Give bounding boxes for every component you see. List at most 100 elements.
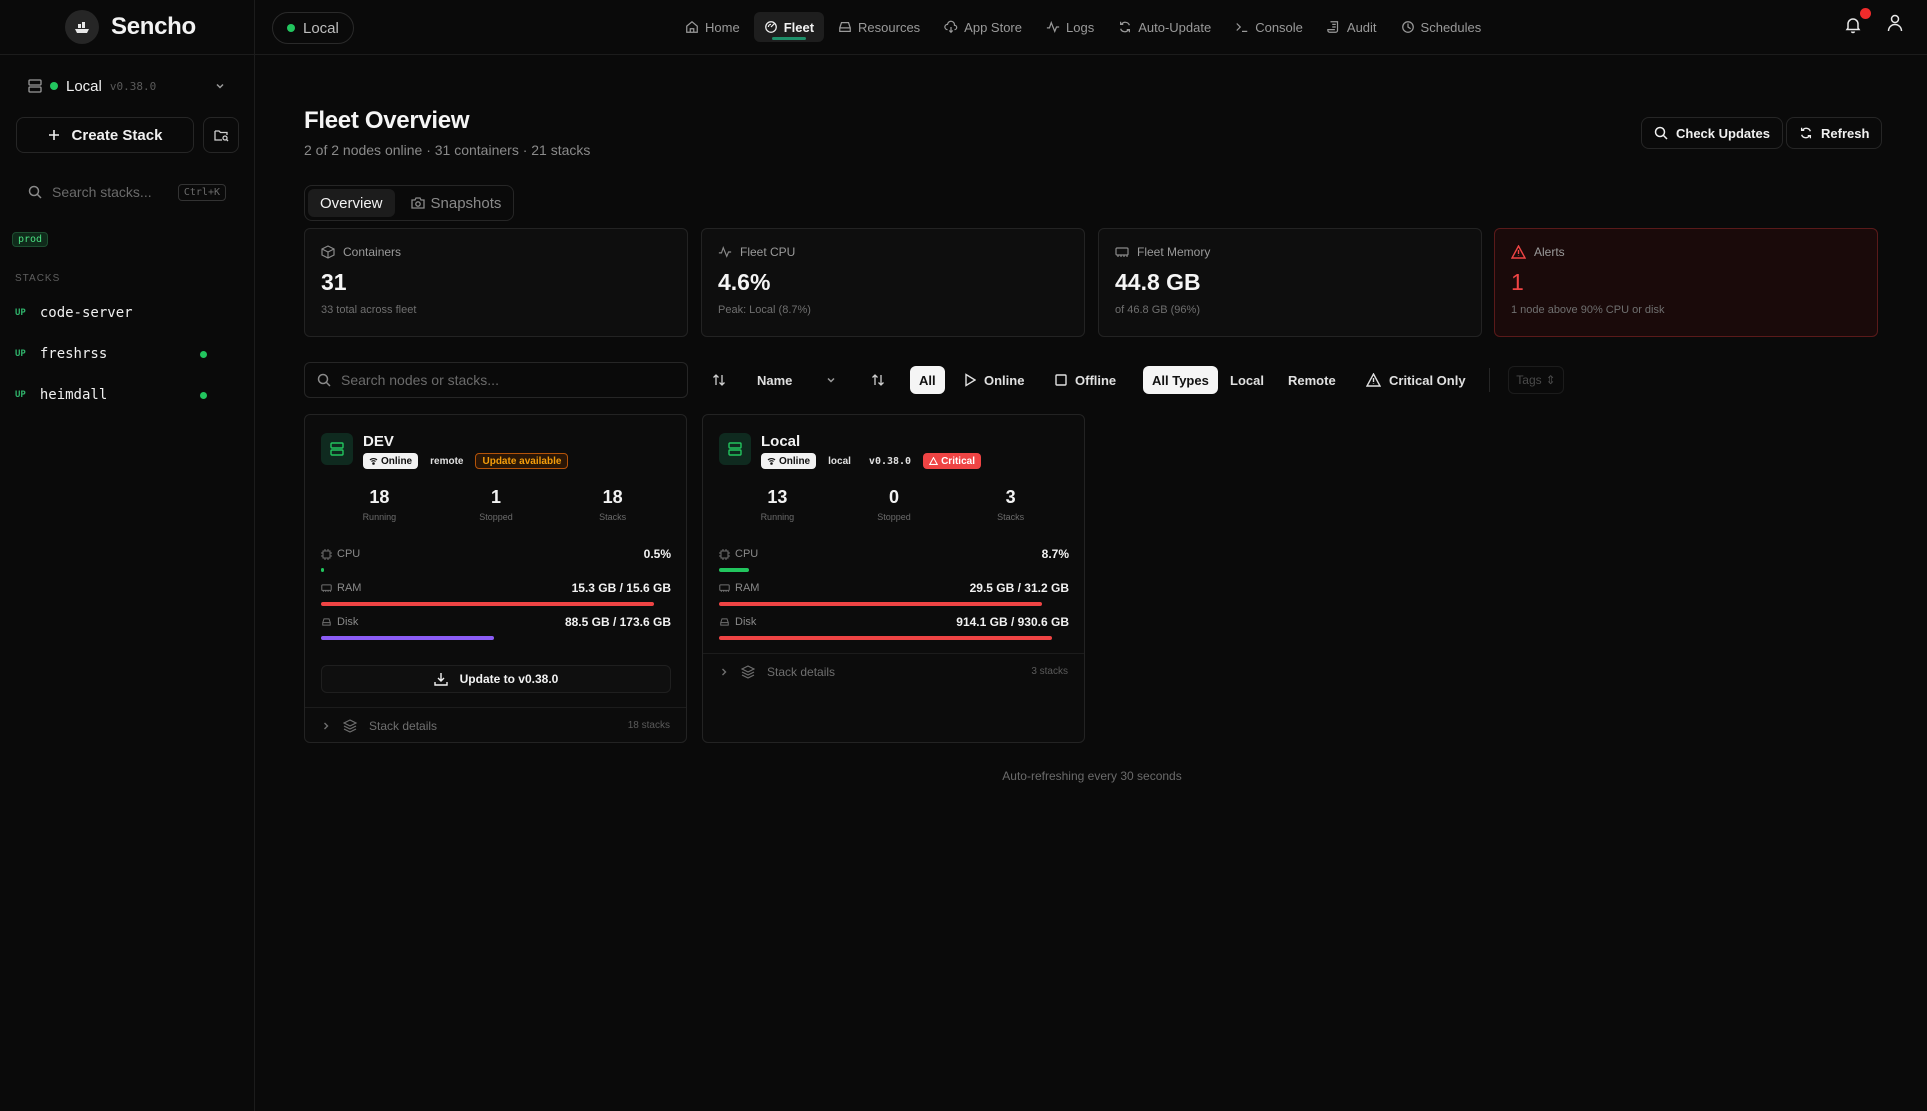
folder-search-icon — [213, 130, 228, 142]
check-updates-label: Check Updates — [1676, 125, 1770, 141]
server-icon — [321, 433, 353, 465]
create-stack-button[interactable]: Create Stack — [16, 117, 194, 153]
filter-all-types[interactable]: All Types — [1143, 366, 1218, 394]
nav-logs[interactable]: Logs — [1036, 12, 1104, 42]
tags-filter-select[interactable]: Tags ⇕ — [1508, 366, 1564, 394]
stat-sub: of 46.8 GB (96%) — [1115, 304, 1200, 316]
tab-overview[interactable]: Overview — [308, 189, 395, 217]
notification-badge — [1860, 7, 1871, 19]
cpu-bar — [719, 568, 749, 572]
version-badge: v0.38.0 — [868, 455, 912, 467]
refresh-button[interactable]: Refresh — [1786, 117, 1883, 149]
chevron-down-icon — [216, 83, 224, 89]
node-card-dev[interactable]: DEV Online remote Update available 18 Run… — [304, 414, 687, 743]
cpu-icon — [321, 548, 332, 560]
user-menu-button[interactable] — [1887, 14, 1903, 37]
cpu-metric: CPU 8.7% — [719, 547, 1069, 572]
camera-icon — [410, 197, 425, 209]
nav-home[interactable]: Home — [675, 12, 750, 42]
filter-remote[interactable]: Remote — [1279, 366, 1345, 394]
stat-sub: Peak: Local (8.7%) — [718, 304, 811, 316]
wifi-icon — [369, 458, 378, 465]
disk-metric: Disk 88.5 GB / 173.6 GB — [321, 615, 671, 640]
stack-details-toggle[interactable]: Stack details 3 stacks — [703, 653, 1084, 689]
filter-offline-label: Offline — [1075, 372, 1117, 388]
filter-offline[interactable]: Offline — [1046, 366, 1125, 394]
critical-badge-label: Critical — [941, 455, 975, 467]
stack-search-placeholder: Search stacks... — [52, 184, 152, 200]
terminal-icon — [1236, 23, 1248, 32]
bell-icon — [1845, 17, 1861, 33]
layers-icon — [741, 664, 755, 679]
cpu-bar — [321, 568, 325, 572]
stack-item-code-server[interactable]: UP code-server — [0, 295, 254, 331]
tag-filter-prod[interactable]: prod — [12, 232, 49, 247]
filter-local[interactable]: Local — [1221, 366, 1273, 394]
view-tabs: Overview Snapshots — [304, 185, 514, 221]
search-icon — [28, 185, 42, 199]
running-count: 18 — [369, 487, 390, 507]
node-selector[interactable]: Local v0.38.0 — [16, 67, 238, 105]
stack-search-input[interactable]: Search stacks... Ctrl+K — [16, 176, 238, 208]
box-icon — [321, 245, 335, 259]
stat-label: Fleet CPU — [740, 245, 796, 259]
sort-field-select[interactable]: Name — [748, 366, 846, 394]
wifi-icon — [767, 458, 776, 465]
sort-field-label: Name — [757, 372, 793, 388]
disk-label: Disk — [735, 616, 757, 628]
nav-auto-update[interactable]: Auto-Update — [1108, 12, 1221, 42]
stat-label: Containers — [343, 245, 402, 259]
auto-refresh-note: Auto-refreshing every 30 seconds — [1002, 769, 1182, 783]
stacks-section-header: STACKS — [15, 273, 61, 284]
online-badge-label: Online — [779, 455, 811, 467]
stack-item-freshrss[interactable]: UP freshrss — [0, 336, 254, 372]
nav-app-store-label: App Store — [964, 19, 1022, 35]
node-version: v0.38.0 — [109, 79, 157, 93]
import-folder-button[interactable] — [203, 117, 239, 153]
search-icon — [1654, 126, 1668, 140]
stacks-label: Stacks — [599, 512, 627, 522]
stack-running-dot — [200, 350, 207, 358]
server-icon — [28, 79, 42, 93]
play-icon — [965, 373, 976, 387]
nav-audit[interactable]: Audit — [1317, 12, 1387, 42]
node-search-input[interactable]: Search nodes or stacks... — [304, 362, 688, 398]
filter-online[interactable]: Online — [955, 366, 1033, 394]
page-title: Fleet Overview — [304, 107, 470, 134]
stat-sub: 33 total across fleet — [321, 304, 417, 316]
critical-badge: Critical — [923, 453, 981, 469]
server-icon — [719, 433, 751, 465]
nav-resources[interactable]: Resources — [828, 12, 930, 42]
nav-app-store[interactable]: App Store — [934, 12, 1032, 42]
ram-label: RAM — [735, 582, 760, 594]
node-card-local[interactable]: Local Online local v0.38.0 Critical 13 Ru… — [702, 414, 1085, 743]
nav-console[interactable]: Console — [1225, 12, 1313, 42]
update-node-label: Update to v0.38.0 — [459, 672, 559, 686]
online-badge-label: Online — [381, 455, 413, 467]
nav-fleet[interactable]: Fleet — [753, 12, 825, 42]
top-right-actions — [1845, 7, 1903, 37]
brand[interactable]: Sencho — [65, 10, 196, 44]
filter-critical-only-label: Critical Only — [1389, 372, 1466, 388]
search-icon — [317, 373, 331, 387]
update-node-button[interactable]: Update to v0.38.0 — [321, 665, 671, 693]
running-label: Running — [760, 512, 795, 522]
sort-icon — [872, 374, 884, 386]
filter-local-label: Local — [1230, 372, 1264, 388]
stack-details-toggle[interactable]: Stack details 18 stacks — [305, 707, 686, 743]
warning-icon — [1511, 245, 1526, 259]
stat-sub: 1 node above 90% CPU or disk — [1511, 304, 1665, 316]
stack-item-heimdall[interactable]: UP heimdall — [0, 377, 254, 413]
check-updates-button[interactable]: Check Updates — [1641, 117, 1783, 149]
node-switch-pill[interactable]: Local — [272, 12, 354, 44]
filter-critical-only[interactable]: Critical Only — [1357, 366, 1475, 394]
sort-direction-button[interactable] — [703, 366, 735, 394]
hard-drive-icon — [839, 22, 851, 32]
node-selector-name: Local — [66, 77, 102, 95]
notifications-button[interactable] — [1845, 7, 1871, 36]
nav-schedules[interactable]: Schedules — [1391, 12, 1492, 42]
filter-all[interactable]: All — [910, 366, 945, 394]
sort-order-button[interactable] — [862, 366, 894, 394]
app-name: Sencho — [111, 13, 196, 40]
tab-snapshots[interactable]: Snapshots — [399, 189, 514, 217]
